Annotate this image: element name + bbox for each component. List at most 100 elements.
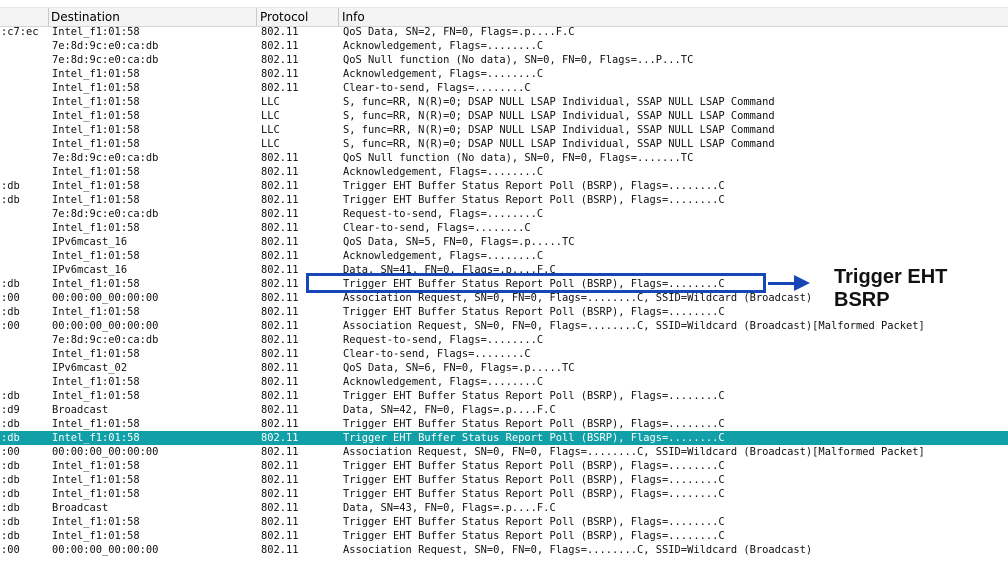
packet-protocol-cell: 802.11	[261, 82, 299, 94]
packet-row[interactable]: Intel_f1:01:58 802.11 Clear-to-send, Flags…	[0, 81, 1008, 95]
packet-row[interactable]: :db Intel_f1:01:58 802.11 Trigger EHT Buffe…	[0, 179, 1008, 193]
packet-row[interactable]: :db Intel_f1:01:58 802.11 Trigger EHT Buffe…	[0, 473, 1008, 487]
packet-row[interactable]: Intel_f1:01:58 802.11 Acknowledgement, Fla…	[0, 249, 1008, 263]
packet-protocol-cell: 802.11	[261, 320, 299, 332]
packet-row[interactable]: :db Intel_f1:01:58 802.11 Trigger EHT Buffe…	[0, 417, 1008, 431]
packet-info-cell: Request-to-send, Flags=........C	[343, 208, 544, 220]
packet-source-cell	[1, 109, 49, 123]
packet-info-cell: QoS Null function (No data), SN=0, FN=0,…	[343, 54, 694, 66]
packet-destination-cell: Intel_f1:01:58	[52, 488, 140, 500]
packet-row[interactable]: 7e:8d:9c:e0:ca:db 802.11 Acknowledgement, …	[0, 39, 1008, 53]
column-header-destination[interactable]: Destination	[48, 8, 256, 26]
packet-protocol-cell: 802.11	[261, 40, 299, 52]
packet-row[interactable]: Intel_f1:01:58 LLC S, func=RR, N(R)=0; DSA…	[0, 95, 1008, 109]
packet-destination-cell: 7e:8d:9c:e0:ca:db	[52, 54, 159, 66]
packet-info-cell: Data, SN=43, FN=0, Flags=.p....F.C	[343, 502, 556, 514]
packet-protocol-cell: 802.11	[261, 474, 299, 486]
packet-destination-cell: IPv6mcast_16	[52, 236, 128, 248]
packet-source-cell	[1, 39, 49, 53]
packet-source-cell	[1, 249, 49, 263]
packet-row[interactable]: Intel_f1:01:58 LLC S, func=RR, N(R)=0; DSA…	[0, 109, 1008, 123]
packet-info-cell: Association Request, SN=0, FN=0, Flags=.…	[343, 544, 813, 556]
packet-source-cell	[1, 221, 49, 235]
packet-info-cell: Acknowledgement, Flags=........C	[343, 250, 544, 262]
packet-row[interactable]: Intel_f1:01:58 LLC S, func=RR, N(R)=0; DSA…	[0, 137, 1008, 151]
packet-source-cell: :db	[1, 474, 20, 486]
packet-source-cell: :db	[1, 530, 20, 542]
packet-source-cell	[1, 375, 49, 389]
packet-protocol-cell: LLC	[261, 138, 280, 150]
packet-protocol-cell: 802.11	[261, 180, 299, 192]
packet-destination-cell: Intel_f1:01:58	[52, 124, 140, 136]
packet-row[interactable]: Intel_f1:01:58 802.11 Acknowledgement, Fla…	[0, 165, 1008, 179]
packet-protocol-cell: 802.11	[261, 544, 299, 556]
packet-protocol-cell: 802.11	[261, 54, 299, 66]
packet-destination-cell: Intel_f1:01:58	[52, 516, 140, 528]
packet-row[interactable]: 7e:8d:9c:e0:ca:db 802.11 QoS Null function…	[0, 151, 1008, 165]
packet-row[interactable]: :db Intel_f1:01:58 802.11 Trigger EHT Buffe…	[0, 389, 1008, 403]
packet-source-cell: :db	[1, 488, 20, 500]
packet-row[interactable]: IPv6mcast_02 802.11 QoS Data, SN=6, FN=0, …	[0, 361, 1008, 375]
packet-info-cell: Trigger EHT Buffer Status Report Poll (B…	[343, 460, 725, 472]
packet-protocol-cell: 802.11	[261, 516, 299, 528]
packet-row[interactable]: Intel_f1:01:58 802.11 Acknowledgement, Fla…	[0, 67, 1008, 81]
packet-row[interactable]: :db Broadcast 802.11 Data, SN=43, FN=0, Fla…	[0, 501, 1008, 515]
packet-protocol-cell: 802.11	[261, 68, 299, 80]
packet-source-cell	[1, 361, 49, 375]
packet-info-cell: Trigger EHT Buffer Status Report Poll (B…	[343, 488, 725, 500]
packet-row[interactable]: :db Intel_f1:01:58 802.11 Trigger EHT Buffe…	[0, 529, 1008, 543]
packet-row[interactable]: :00 00:00:00_00:00:00 802.11 Association Re…	[0, 319, 1008, 333]
packet-row[interactable]: :db Intel_f1:01:58 802.11 Trigger EHT Buffe…	[0, 193, 1008, 207]
column-header-protocol[interactable]: Protocol	[257, 8, 337, 26]
packet-row[interactable]: Intel_f1:01:58 LLC S, func=RR, N(R)=0; DSA…	[0, 123, 1008, 137]
packet-row-selected[interactable]: :db Intel_f1:01:58 802.11 Trigger EHT Buffe…	[0, 431, 1008, 445]
packet-row[interactable]: :d9 Broadcast 802.11 Data, SN=42, FN=0, Fla…	[0, 403, 1008, 417]
annotation-arrow-shaft	[768, 282, 796, 285]
packet-info-cell: Clear-to-send, Flags=........C	[343, 222, 531, 234]
packet-row[interactable]: IPv6mcast_16 802.11 QoS Data, SN=5, FN=0, …	[0, 235, 1008, 249]
packet-row[interactable]: :00 00:00:00_00:00:00 802.11 Association Re…	[0, 543, 1008, 557]
packet-row[interactable]: Intel_f1:01:58 802.11 Clear-to-send, Flags…	[0, 347, 1008, 361]
packet-protocol-cell: 802.11	[261, 236, 299, 248]
packet-source-cell: :00	[1, 320, 20, 332]
annotation-label: Trigger EHT BSRP	[834, 266, 948, 311]
packet-info-cell: Trigger EHT Buffer Status Report Poll (B…	[343, 418, 725, 430]
annotation-highlight-box	[306, 273, 766, 293]
column-header-info[interactable]: Info	[339, 8, 1008, 26]
packet-destination-cell: Intel_f1:01:58	[52, 110, 140, 122]
packet-row[interactable]: 7e:8d:9c:e0:ca:db 802.11 Request-to-send, …	[0, 333, 1008, 347]
packet-source-cell: :db	[1, 306, 20, 318]
packet-info-cell: Acknowledgement, Flags=........C	[343, 68, 544, 80]
packet-row[interactable]: Intel_f1:01:58 802.11 Acknowledgement, Fla…	[0, 375, 1008, 389]
packet-protocol-cell: 802.11	[261, 390, 299, 402]
packet-protocol-cell: 802.11	[261, 362, 299, 374]
packet-row[interactable]: Intel_f1:01:58 802.11 Clear-to-send, Flags…	[0, 221, 1008, 235]
packet-protocol-cell: 802.11	[261, 418, 299, 430]
packet-protocol-cell: 802.11	[261, 446, 299, 458]
packet-row[interactable]: :c7:ec Intel_f1:01:58 802.11 QoS Data, SN=2…	[0, 25, 1008, 39]
packet-source-cell	[1, 123, 49, 137]
packet-source-cell	[1, 95, 49, 109]
packet-protocol-cell: 802.11	[261, 194, 299, 206]
packet-source-cell: :db	[1, 502, 20, 514]
packet-destination-cell: Intel_f1:01:58	[52, 390, 140, 402]
packet-protocol-cell: 802.11	[261, 376, 299, 388]
packet-info-cell: Trigger EHT Buffer Status Report Poll (B…	[343, 390, 725, 402]
packet-info-cell: Trigger EHT Buffer Status Report Poll (B…	[343, 194, 725, 206]
packet-destination-cell: 7e:8d:9c:e0:ca:db	[52, 334, 159, 346]
packet-destination-cell: 00:00:00_00:00:00	[52, 320, 159, 332]
packet-row[interactable]: :db Intel_f1:01:58 802.11 Trigger EHT Buffe…	[0, 515, 1008, 529]
packet-row[interactable]: :db Intel_f1:01:58 802.11 Trigger EHT Buffe…	[0, 487, 1008, 501]
packet-source-cell	[1, 347, 49, 361]
packet-row[interactable]: :00 00:00:00_00:00:00 802.11 Association Re…	[0, 445, 1008, 459]
packet-destination-cell: Intel_f1:01:58	[52, 250, 140, 262]
packet-protocol-cell: LLC	[261, 96, 280, 108]
packet-destination-cell: 7e:8d:9c:e0:ca:db	[52, 40, 159, 52]
packet-source-cell: :db	[1, 390, 20, 402]
packet-source-cell	[1, 235, 49, 249]
packet-row[interactable]: 7e:8d:9c:e0:ca:db 802.11 Request-to-send, …	[0, 207, 1008, 221]
packet-row[interactable]: :db Intel_f1:01:58 802.11 Trigger EHT Buffe…	[0, 459, 1008, 473]
packet-source-cell: :00	[1, 544, 20, 556]
arrow-right-icon	[794, 275, 810, 291]
packet-row[interactable]: 7e:8d:9c:e0:ca:db 802.11 QoS Null function…	[0, 53, 1008, 67]
